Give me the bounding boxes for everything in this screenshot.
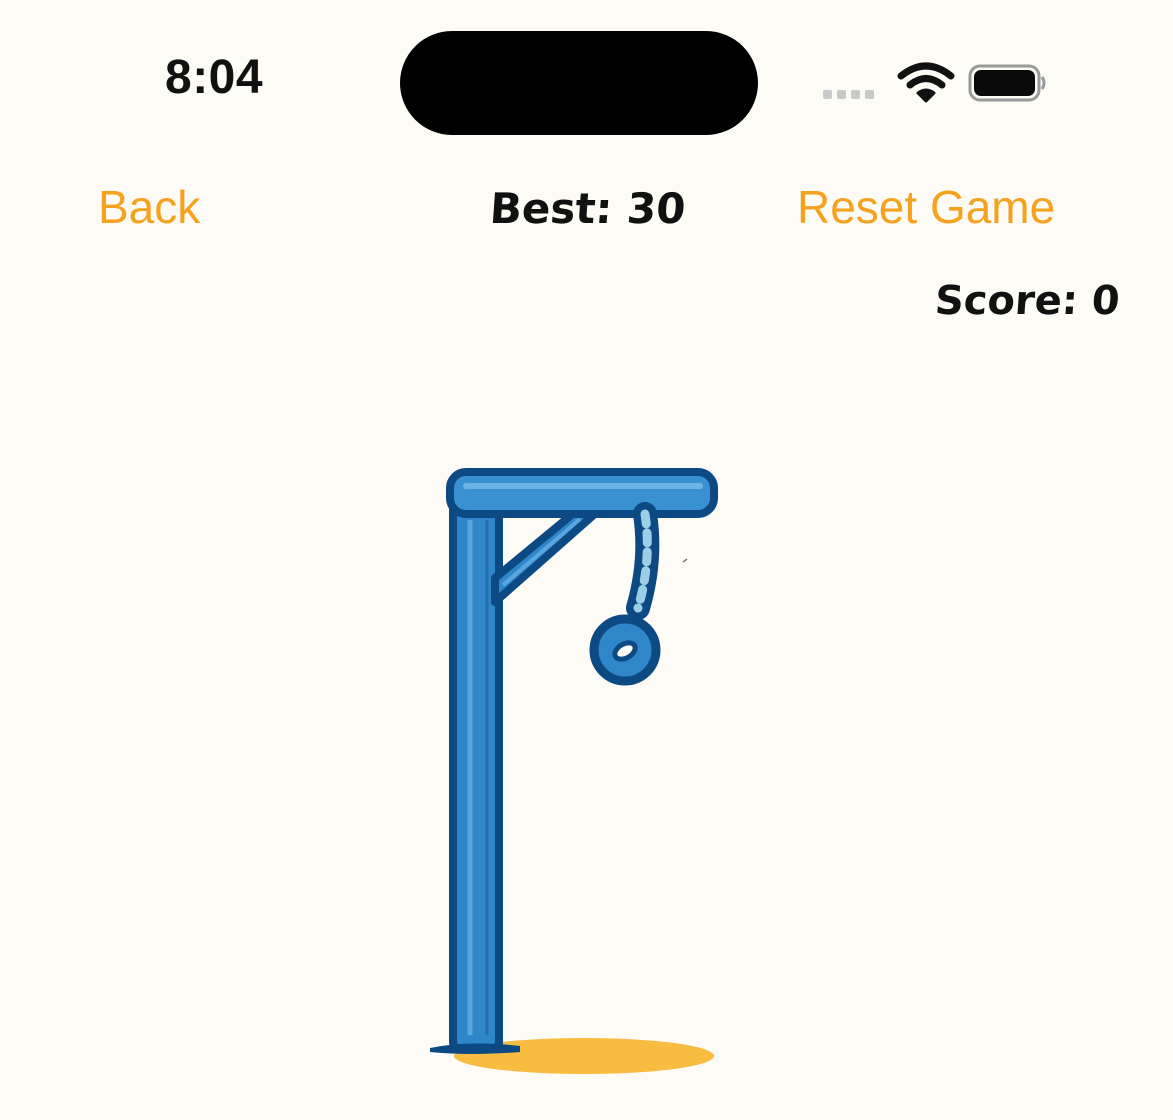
noose-loop — [589, 614, 661, 686]
gallows-beam — [446, 468, 718, 518]
gallows-drawing — [430, 468, 718, 1074]
game-screen: 8:04 Back Best: 30 Reset Game Score: 0 — [0, 0, 1173, 1120]
gallows-brace — [491, 508, 601, 606]
noose-rope — [626, 502, 660, 620]
